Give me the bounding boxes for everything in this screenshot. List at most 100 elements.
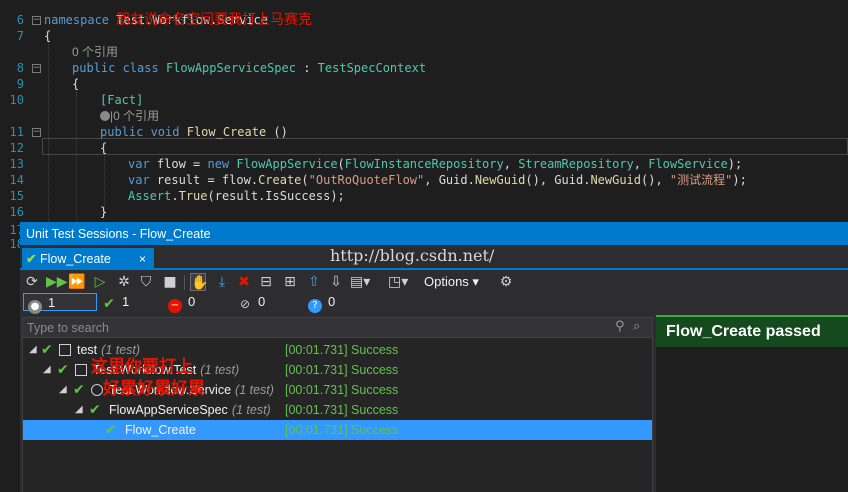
- result-status: [00:01.731] Success: [285, 383, 399, 397]
- stop-icon[interactable]: ■: [162, 273, 178, 291]
- tree-row-selected[interactable]: ✔ Flow_Create [00:01.731] Success: [23, 420, 652, 440]
- settings-icon[interactable]: ⚙: [498, 273, 514, 291]
- filter-ignored[interactable]: ⊘ 0: [238, 293, 265, 311]
- base-class-name: TestSpecContext: [317, 61, 427, 75]
- expand-arrow-icon[interactable]: ◢: [59, 380, 67, 400]
- code-editor[interactable]: 6 7 8 9 10 11 12 13 14 15 16 − − − names…: [0, 0, 848, 222]
- codelens-references[interactable]: 0 个引用: [72, 44, 118, 60]
- test-status-icon[interactable]: [100, 111, 110, 121]
- expand-arrow-icon[interactable]: ◢: [75, 400, 83, 420]
- collapse-icon[interactable]: −: [32, 64, 41, 73]
- collapse-all-icon[interactable]: ⊟: [258, 273, 274, 291]
- run-all-icon[interactable]: ▶▶: [46, 273, 68, 291]
- result-status: [00:01.731] Success: [285, 403, 399, 417]
- export-icon[interactable]: ⤓: [214, 273, 230, 291]
- namespace-icon: [91, 384, 103, 396]
- search-icon[interactable]: ⌕: [633, 319, 640, 334]
- red-annotation: 朋友说命名空间要我打上马赛克: [116, 12, 312, 28]
- session-toolbar: ⟳ ▶▶ ⏩ ▷ ✲ ⛉ ■ ✋ ⤓ ✖ ⊟ ⊞ ⇧ ⇩ ▤▾ ◳▾ Optio…: [20, 273, 848, 293]
- type-name: FlowAppService: [229, 157, 338, 171]
- type-name: StreamRepository: [518, 157, 634, 171]
- search-options-icon[interactable]: ⚲: [615, 319, 625, 334]
- current-line-highlight: [42, 138, 848, 155]
- status-filters: ● 1 ✔ 1 −0 ⊘ 0 ? 0: [20, 293, 848, 314]
- unknown-icon: ?: [308, 299, 322, 313]
- filter-failed[interactable]: −0: [168, 293, 196, 313]
- ignored-icon: ⊘: [239, 297, 251, 311]
- node-name: FlowAppServiceSpec: [109, 403, 228, 417]
- window-title[interactable]: Unit Test Sessions - Flow_Create: [20, 223, 848, 245]
- type-name: FlowInstanceRepository: [344, 157, 504, 171]
- passed-check-icon: ✔: [26, 252, 37, 266]
- close-icon[interactable]: ×: [139, 248, 146, 270]
- line-number: 16: [9, 205, 24, 219]
- tree-row[interactable]: ◢ ✔ FlowAppServiceSpec (1 test) [00:01.73…: [23, 400, 652, 420]
- code-line-brace: {: [100, 141, 108, 155]
- code-line-13: var flow = new FlowAppService(FlowInstan…: [128, 156, 742, 172]
- node-count: (1 test): [200, 363, 240, 377]
- filter-passed[interactable]: ✔ 1: [102, 293, 129, 311]
- options-menu[interactable]: Options ▾: [424, 273, 479, 291]
- filter-count: 1: [122, 294, 130, 309]
- result-status: [00:01.731] Success: [285, 423, 399, 437]
- tree-node-label: Flow_Create: [125, 420, 196, 440]
- code-text: ,: [633, 157, 649, 171]
- keyword: public class: [72, 61, 159, 75]
- next-icon[interactable]: ⇩: [328, 273, 344, 291]
- previous-icon[interactable]: ⇧: [306, 273, 322, 291]
- code-line-brace: {: [72, 77, 80, 91]
- code-line-brace: }: [100, 205, 108, 219]
- code-line-class: public class FlowAppServiceSpec : TestSp…: [72, 60, 426, 76]
- passed-check-icon: ✔: [103, 296, 115, 312]
- collapse-icon[interactable]: −: [32, 16, 41, 25]
- passed-check-icon: ✔: [57, 362, 69, 378]
- class-name: FlowAppServiceSpec: [165, 61, 296, 75]
- result-title: Flow_Create passed: [656, 315, 848, 347]
- expand-arrow-icon[interactable]: ◢: [29, 340, 37, 360]
- cover-icon[interactable]: ⛉: [138, 273, 154, 291]
- passed-check-icon: ✔: [41, 342, 53, 358]
- line-number: 15: [9, 189, 24, 203]
- filter-all[interactable]: ● 1: [23, 293, 97, 314]
- collapse-icon[interactable]: −: [32, 128, 41, 137]
- expand-all-icon[interactable]: ⊞: [282, 273, 298, 291]
- filter-unknown[interactable]: ? 0: [308, 293, 336, 313]
- filter-count: 0: [188, 294, 196, 309]
- passed-check-icon: ✔: [73, 382, 85, 398]
- tree-node-label: FlowAppServiceSpec (1 test): [109, 400, 271, 420]
- run-all-debug-icon[interactable]: ⏩: [68, 273, 85, 291]
- method-name: Flow_Create: [186, 125, 267, 139]
- watermark: http://blog.csdn.net/: [330, 246, 495, 265]
- attribute: [Fact]: [100, 93, 144, 107]
- code-text: (),: [641, 173, 670, 187]
- result-status: [00:01.731] Success: [285, 363, 399, 377]
- keyword: var: [128, 157, 150, 171]
- layout-icon[interactable]: ◳▾: [388, 273, 408, 291]
- expand-arrow-icon[interactable]: ◢: [43, 360, 51, 380]
- remove-icon[interactable]: ✖: [236, 273, 252, 291]
- node-count: (1 test): [231, 403, 271, 417]
- refresh-run-icon[interactable]: ⟳: [24, 273, 40, 291]
- property-name: IsSuccess: [265, 189, 331, 203]
- passed-check-icon: ✔: [105, 422, 117, 438]
- filter-count: 1: [48, 295, 56, 310]
- code-line-brace: {: [44, 29, 52, 43]
- run-icon[interactable]: ▷: [92, 273, 108, 291]
- debug-icon[interactable]: ✲: [116, 273, 132, 291]
- test-result-panel: Flow_Create passed: [656, 315, 848, 492]
- code-text: (result.: [207, 189, 266, 203]
- all-tests-icon: ●: [28, 300, 42, 314]
- track-running-icon[interactable]: ✋: [190, 273, 208, 291]
- result-status: [00:01.731] Success: [285, 343, 399, 357]
- tab-label: Flow_Create: [39, 252, 111, 266]
- line-number: 8: [16, 61, 24, 75]
- codelens-label: |0 个引用: [110, 109, 160, 123]
- search-input[interactable]: [27, 319, 587, 336]
- code-text: );: [330, 189, 345, 203]
- tab-flow-create[interactable]: ✔ Flow_Create ×: [22, 248, 154, 270]
- keyword: public void: [100, 125, 180, 139]
- group-by-icon[interactable]: ▤▾: [350, 273, 370, 291]
- codelens-references[interactable]: |0 个引用: [100, 108, 159, 124]
- filter-count: 0: [328, 294, 336, 309]
- type-name: FlowService: [648, 157, 728, 171]
